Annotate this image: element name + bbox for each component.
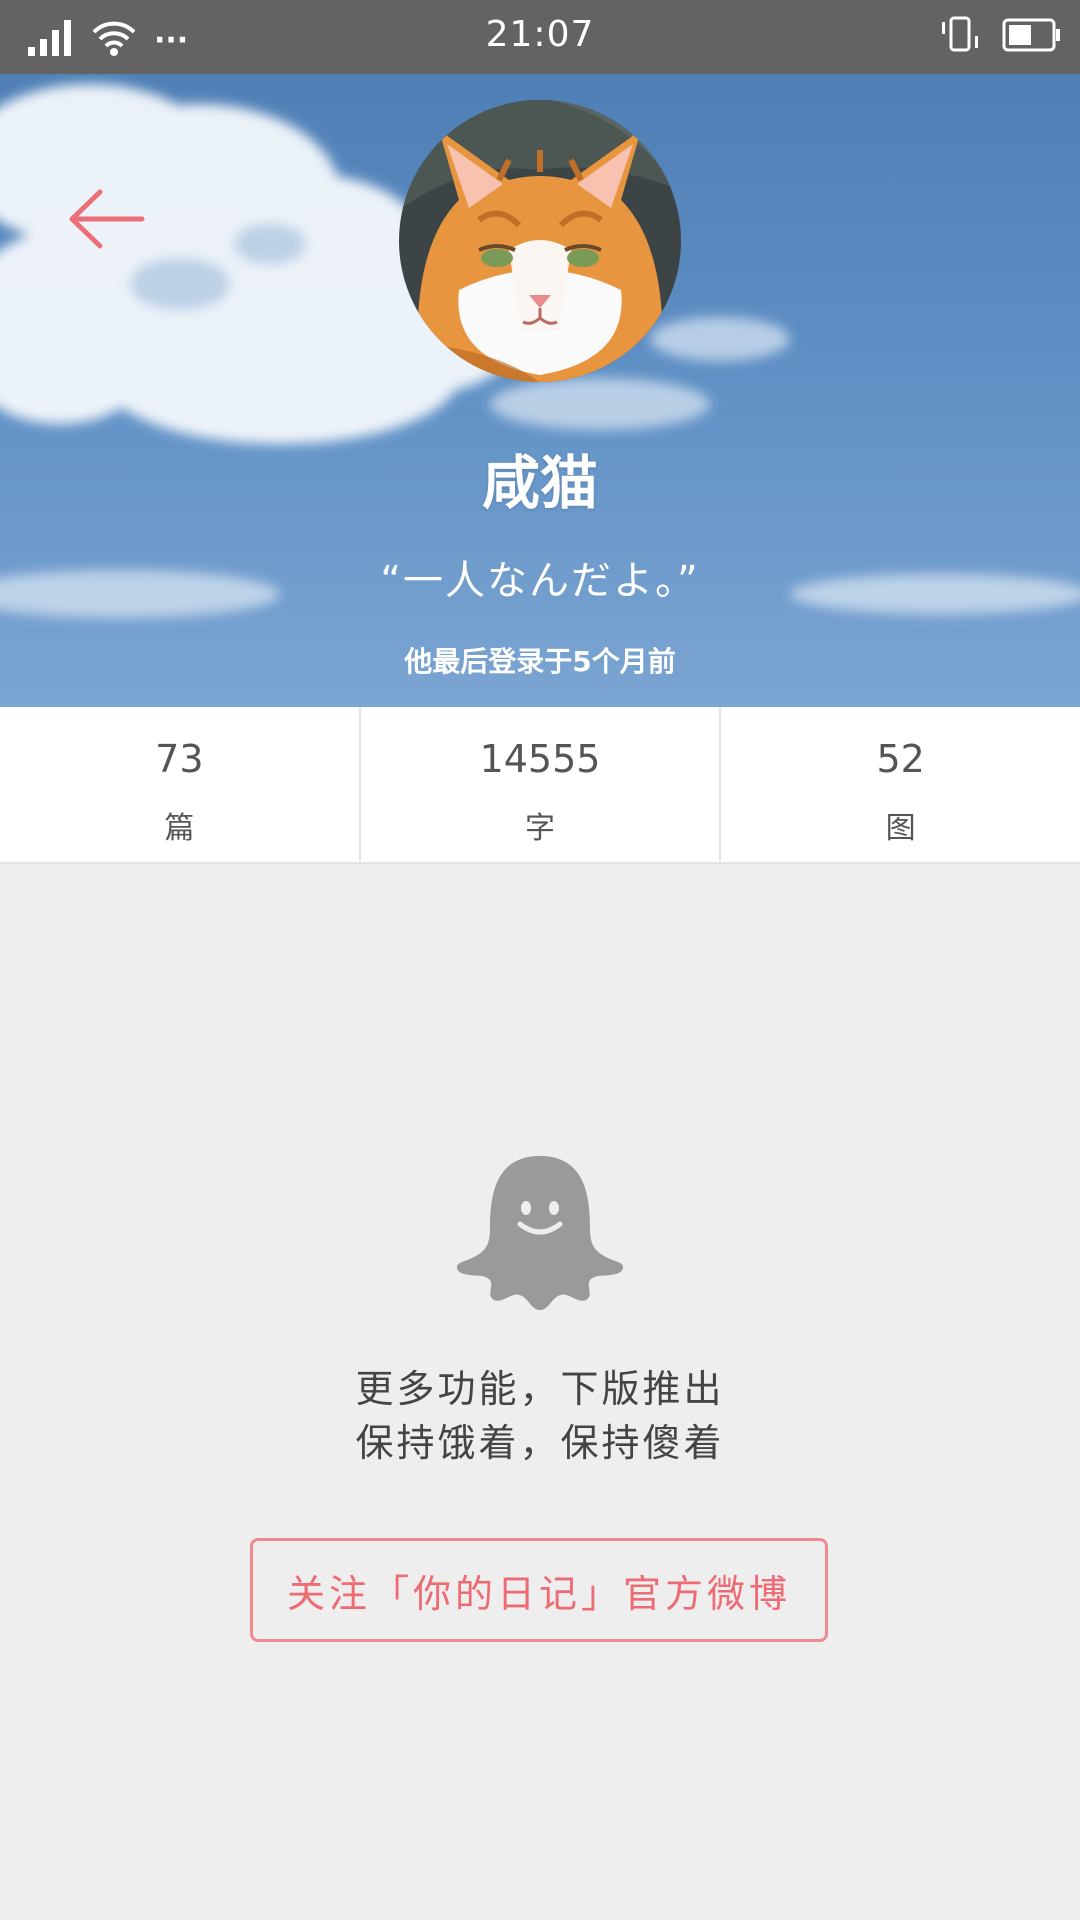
status-time: 21:07 — [485, 14, 595, 55]
profile-header: 咸猫 “一人なんだよ。” 他最后登录于5个月前 — [0, 74, 1080, 707]
user-quote: “一人なんだよ。” — [380, 558, 700, 604]
stat-images[interactable]: 52 图 — [721, 707, 1080, 862]
last-login-text: 他最后登录于5个月前 — [404, 645, 676, 678]
stat-value: 14555 — [479, 737, 601, 781]
follow-weibo-button[interactable]: 关注「你的日记」官方微博 — [250, 1538, 828, 1642]
user-name: 咸猫 — [481, 449, 598, 517]
stat-label: 篇 — [164, 811, 195, 846]
avatar[interactable] — [399, 100, 681, 382]
ghost-icon — [456, 1156, 624, 1310]
stat-label: 字 — [525, 811, 555, 846]
coming-soon-message: 更多功能，下版推出 保持饿着，保持傻着 — [0, 1362, 1080, 1470]
vibrate-icon — [942, 16, 978, 52]
stat-words[interactable]: 14555 字 — [361, 707, 722, 862]
back-button[interactable] — [64, 184, 148, 254]
stat-posts[interactable]: 73 篇 — [0, 707, 361, 862]
status-right — [938, 16, 1062, 54]
cat-avatar-image — [399, 100, 681, 382]
stat-value: 52 — [876, 737, 925, 781]
message-line-2: 保持饿着，保持傻着 — [355, 1421, 725, 1465]
stat-label: 图 — [885, 811, 916, 846]
battery-icon — [1002, 18, 1060, 52]
stats-bar: 73 篇 14555 字 52 图 — [0, 707, 1080, 864]
stat-value: 73 — [155, 737, 204, 781]
status-bar: ··· 21:07 — [0, 0, 1080, 74]
message-line-1: 更多功能，下版推出 — [355, 1367, 725, 1411]
